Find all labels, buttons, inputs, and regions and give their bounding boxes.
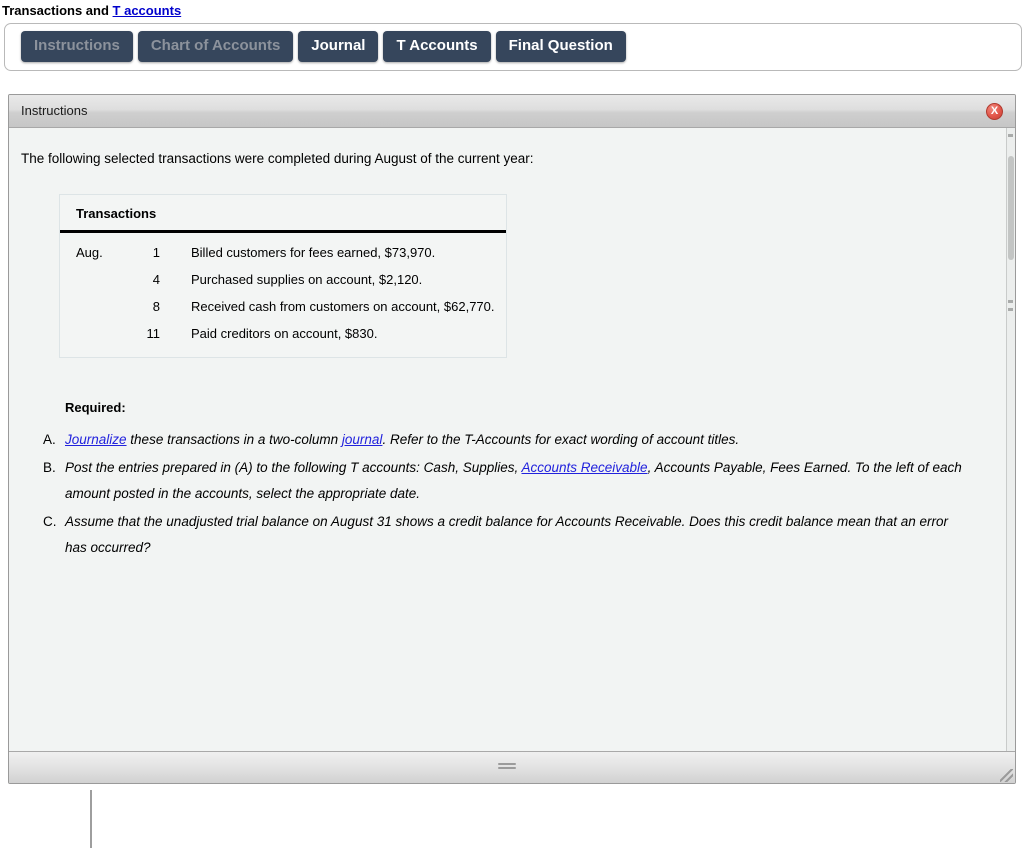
transactions-table: Transactions Aug. 1 Billed customers for…: [59, 194, 507, 358]
cell-month: [60, 266, 122, 293]
required-marker: C.: [43, 514, 57, 529]
scrollbar-thumb[interactable]: [1008, 156, 1014, 260]
tab-instructions[interactable]: Instructions: [21, 31, 133, 62]
inline-link[interactable]: Journalize: [65, 432, 127, 447]
page-title-text: Transactions and: [2, 3, 113, 18]
panel-footer: [9, 751, 1015, 783]
required-item-c: C. Assume that the unadjusted trial bala…: [39, 509, 965, 561]
scrollbar-tick: [1008, 134, 1013, 137]
required-label: Required:: [65, 400, 126, 415]
tab-t-accounts[interactable]: T Accounts: [383, 31, 491, 62]
table-row: 8 Received cash from customers on accoun…: [60, 293, 506, 320]
required-section: Required: A. Journalize these transactio…: [43, 400, 965, 561]
table-row: 11 Paid creditors on account, $830.: [60, 320, 506, 347]
page-title: Transactions and T accounts: [0, 0, 1024, 19]
tab-chart-of-accounts[interactable]: Chart of Accounts: [137, 31, 294, 62]
cell-month: Aug.: [76, 245, 103, 260]
cell-month: [60, 293, 122, 320]
instructions-panel: Instructions X The following selected tr…: [8, 94, 1016, 784]
tab-journal[interactable]: Journal: [298, 31, 379, 62]
tab-strip-container: Instructions Chart of Accounts Journal T…: [4, 23, 1022, 71]
panel-body: The following selected transactions were…: [9, 128, 1015, 751]
cell-description: Paid creditors on account, $830.: [191, 326, 378, 341]
scrollbar-tick: [1008, 300, 1013, 303]
cell-description: Received cash from customers on account,…: [191, 299, 495, 314]
inline-text: . Refer to the T-Accounts for exact word…: [382, 432, 740, 447]
cell-day: 8: [152, 299, 160, 314]
scrollbar-tick: [1008, 308, 1013, 311]
cell-day: 11: [146, 326, 161, 341]
inline-link[interactable]: journal: [342, 432, 383, 447]
required-text: Assume that the unadjusted trial balance…: [65, 509, 965, 561]
drag-grip-icon[interactable]: [498, 763, 516, 770]
cell-day: 4: [152, 272, 160, 287]
required-text: Journalize these transactions in a two-c…: [65, 427, 965, 453]
tab-final-question[interactable]: Final Question: [495, 31, 626, 62]
transactions-table-rows: Aug. 1 Billed customers for fees earned,…: [60, 233, 506, 357]
required-item-b: B. Post the entries prepared in (A) to t…: [39, 455, 965, 507]
table-row: Aug. 1 Billed customers for fees earned,…: [60, 239, 506, 266]
inline-text: these transactions in a two-column: [126, 432, 342, 447]
panel-vertical-scrollbar[interactable]: [1006, 128, 1015, 751]
close-icon[interactable]: X: [986, 102, 1003, 120]
required-text: Post the entries prepared in (A) to the …: [65, 455, 965, 507]
resize-handle-icon[interactable]: [1000, 769, 1013, 782]
panel-title: Instructions: [21, 103, 88, 118]
required-marker: B.: [43, 460, 56, 475]
table-row: 4 Purchased supplies on account, $2,120.: [60, 266, 506, 293]
page-divider: [90, 790, 92, 848]
inline-link[interactable]: Accounts Receivable: [522, 460, 648, 475]
required-marker: A.: [43, 432, 56, 447]
t-accounts-link[interactable]: T accounts: [113, 3, 182, 18]
panel-content: The following selected transactions were…: [9, 128, 1015, 561]
tab-strip: Instructions Chart of Accounts Journal T…: [21, 31, 1021, 62]
required-item-a: A. Journalize these transactions in a tw…: [39, 427, 965, 453]
transactions-table-header: Transactions: [60, 195, 506, 233]
inline-text: Post the entries prepared in (A) to the …: [65, 460, 522, 475]
inline-text: Assume that the unadjusted trial balance…: [65, 514, 949, 555]
cell-month: [60, 320, 122, 347]
cell-description: Billed customers for fees earned, $73,97…: [191, 245, 436, 260]
panel-titlebar: Instructions X: [9, 95, 1015, 128]
cell-day: 1: [152, 245, 160, 260]
cell-description: Purchased supplies on account, $2,120.: [191, 272, 423, 287]
intro-text: The following selected transactions were…: [21, 151, 534, 166]
